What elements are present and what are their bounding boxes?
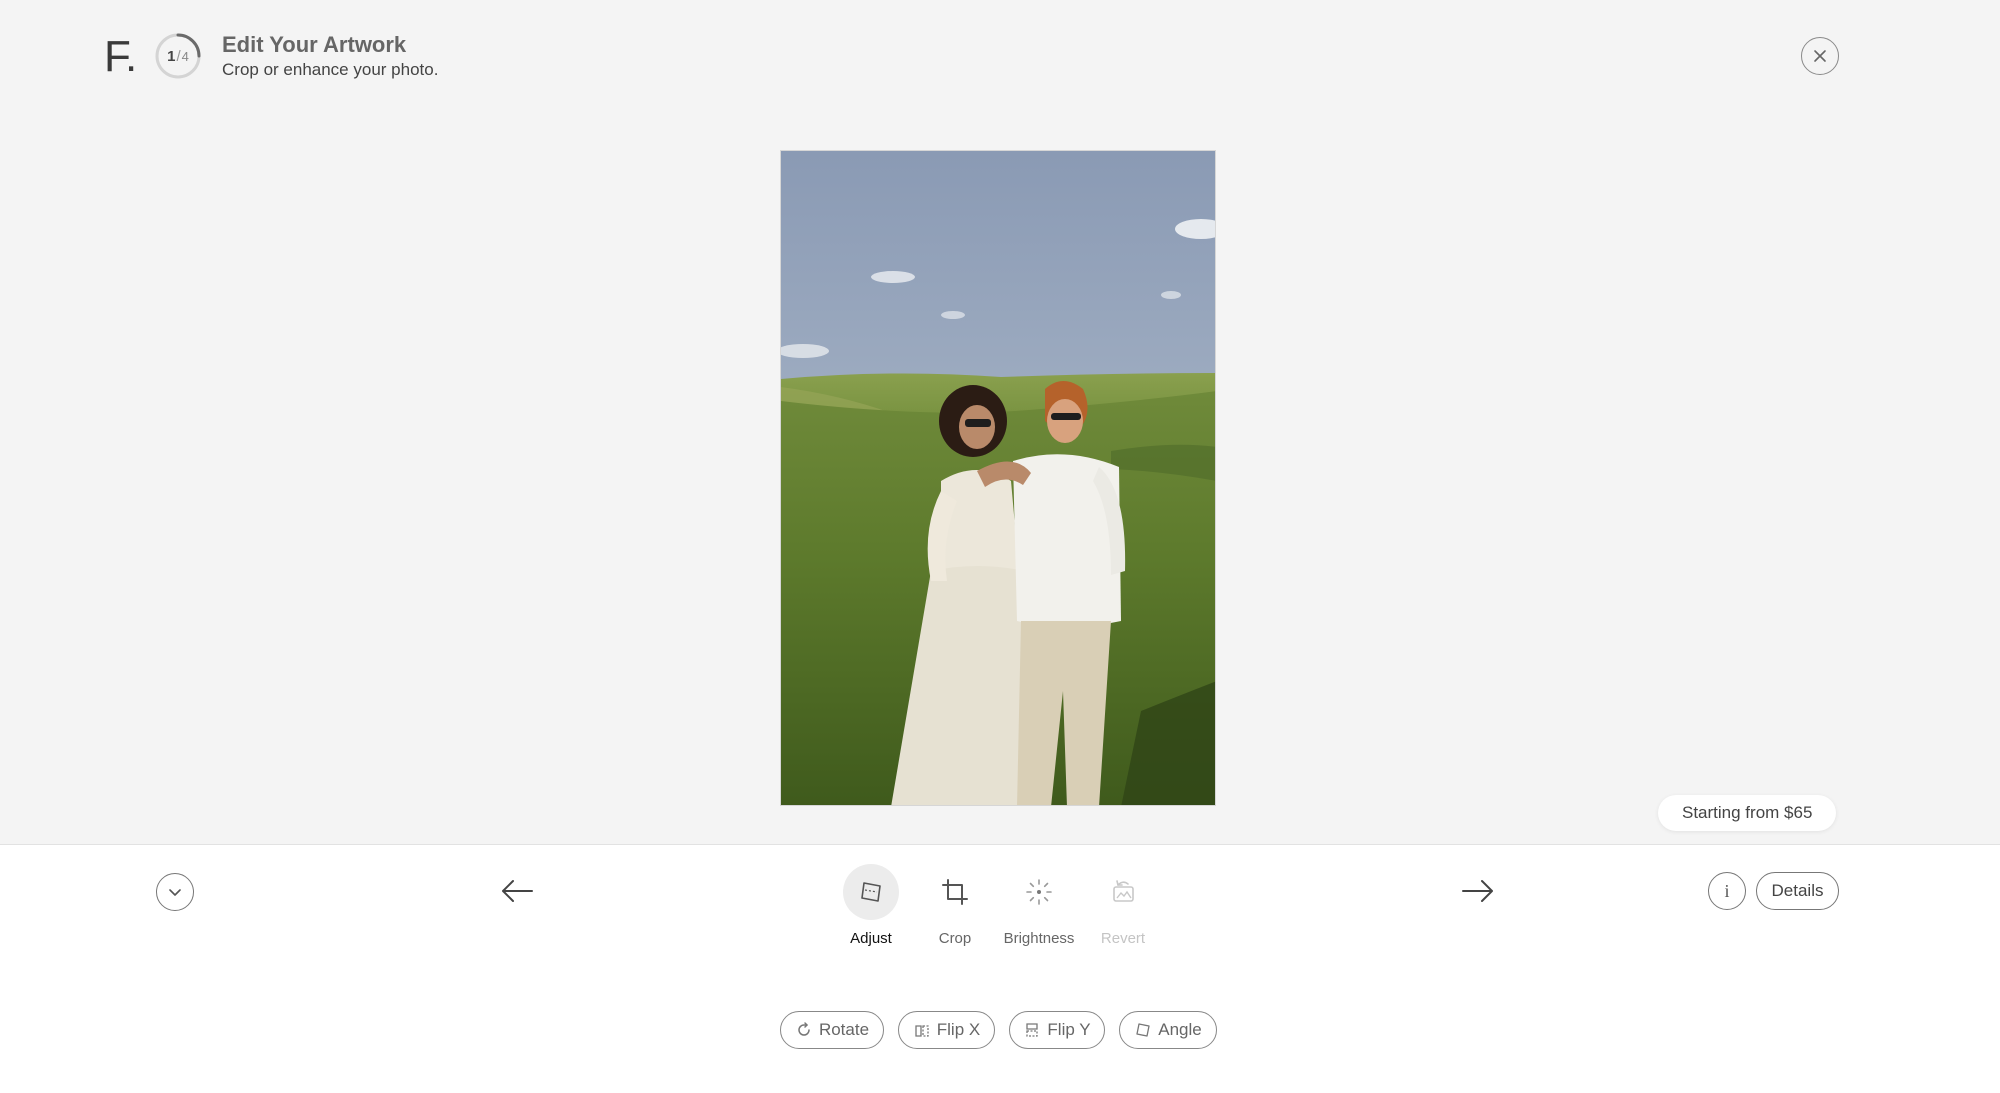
close-button[interactable] (1801, 37, 1839, 75)
tool-revert-label: Revert (1100, 930, 1146, 947)
info-button[interactable]: i (1708, 872, 1746, 910)
tool-revert[interactable]: Revert (1081, 864, 1165, 947)
angle-button[interactable]: Angle (1119, 1011, 1217, 1049)
tool-crop-label: Crop (938, 930, 972, 947)
step-separator: / (176, 47, 181, 65)
angle-label: Angle (1158, 1020, 1202, 1039)
flip-x-label: Flip X (936, 1020, 981, 1039)
revert-icon (1095, 864, 1151, 920)
info-icon: i (1724, 880, 1730, 901)
step-indicator: 1 / 4 (154, 32, 202, 80)
page-title: Edit Your Artwork (222, 32, 407, 57)
tool-adjust[interactable]: Adjust (829, 864, 913, 947)
artwork-preview[interactable] (780, 150, 1216, 806)
chevron-down-icon (169, 889, 181, 896)
flip-y-label: Flip Y (1047, 1020, 1091, 1039)
crop-icon (927, 864, 983, 920)
tool-brightness[interactable]: Brightness (997, 864, 1081, 947)
step-total: 4 (181, 48, 189, 64)
flip-y-button[interactable]: Flip Y (1009, 1011, 1105, 1049)
page-subtitle: Crop or enhance your photo. (222, 60, 439, 79)
brand-logo: F. (104, 32, 137, 81)
tool-crop[interactable]: Crop (913, 864, 997, 947)
rotate-label: Rotate (818, 1020, 870, 1039)
rotate-icon (798, 1022, 810, 1036)
adjust-icon (843, 864, 899, 920)
details-button[interactable]: Details (1756, 872, 1839, 910)
tool-brightness-label: Brightness (1003, 930, 1075, 947)
angle-icon (1136, 1023, 1150, 1037)
previous-step-button[interactable] (497, 871, 537, 911)
editor-page: F. 1 / 4 Edit Your Artwork Crop or enhan… (0, 0, 2000, 1093)
arrow-left-icon (502, 880, 533, 902)
brightness-icon (1011, 864, 1067, 920)
step-current: 1 (167, 47, 176, 65)
rotate-button[interactable]: Rotate (780, 1011, 884, 1049)
close-icon (1814, 50, 1826, 62)
arrow-right-icon (1462, 880, 1493, 902)
collapse-button[interactable] (156, 873, 194, 911)
step-counter: 1 / 4 (154, 32, 202, 80)
next-step-button[interactable] (1458, 871, 1498, 911)
canvas-area: F. 1 / 4 Edit Your Artwork Crop or enhan… (0, 0, 2000, 845)
flip-x-icon (915, 1025, 929, 1037)
flip-y-icon (1026, 1023, 1039, 1037)
tool-adjust-label: Adjust (850, 930, 892, 947)
flip-x-button[interactable]: Flip X (898, 1011, 995, 1049)
photo-couple-meadow-icon (781, 151, 1215, 805)
price-badge: Starting from $65 (1658, 795, 1837, 831)
